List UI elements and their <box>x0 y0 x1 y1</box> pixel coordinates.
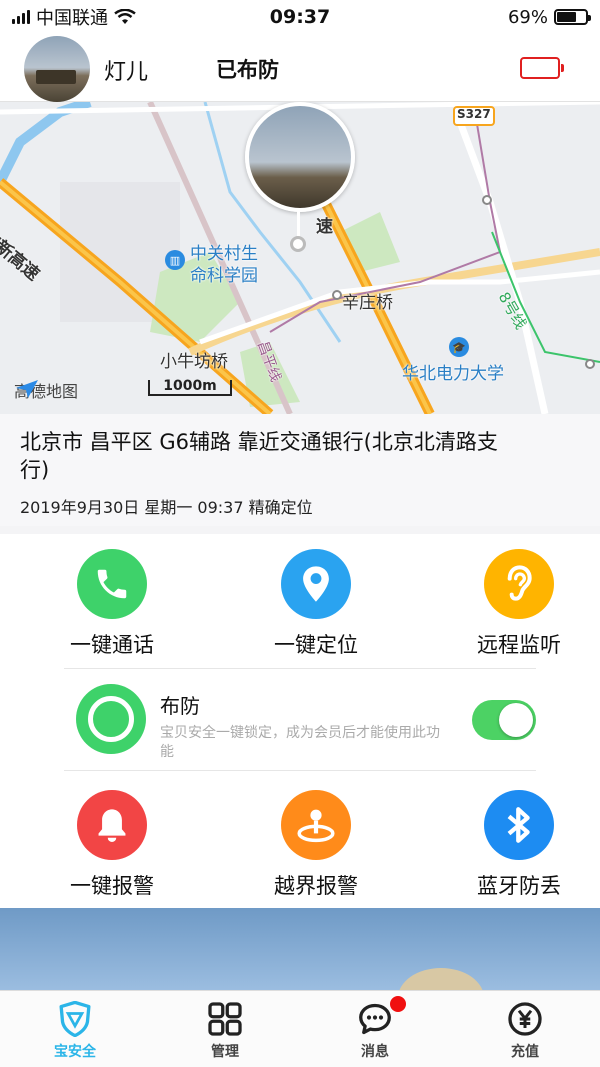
map-logo: 高德地图 <box>14 378 78 402</box>
tab-bar: 宝安全 管理 消息 充值 <box>0 990 600 1067</box>
map[interactable]: S327 京新高速 速 ▥ 中关村生 命科学园 辛庄桥 8号线 小牛坊桥 昌平线… <box>0 102 600 414</box>
call-button[interactable]: 一键通话 <box>42 549 182 659</box>
marker-dot <box>290 236 306 252</box>
child-location-marker[interactable] <box>245 102 355 212</box>
fence-label: 越界报警 <box>274 874 358 898</box>
child-name[interactable]: 灯儿 <box>104 54 148 86</box>
map-label-xiaoniu: 小牛坊桥 <box>160 352 228 372</box>
divider <box>64 770 536 771</box>
avatar[interactable] <box>24 36 90 102</box>
arm-toggle[interactable] <box>472 700 536 740</box>
geofence-icon <box>281 790 351 860</box>
location-time: 2019年9月30日 星期一 09:37 精确定位 <box>20 498 313 517</box>
tab-manage[interactable]: 管理 <box>150 991 300 1067</box>
clock: 09:37 <box>269 6 331 28</box>
park-poi-icon: ▥ <box>165 250 185 270</box>
action-panel: 一键通话 一键定位 远程监听 布防 宝贝安全一键锁定，成为会员后才能使用此功能 … <box>0 534 600 908</box>
ear-icon <box>484 549 554 619</box>
message-icon <box>359 1003 391 1035</box>
arm-title: 布防 <box>160 694 200 718</box>
sos-button[interactable]: 一键报警 <box>42 790 182 900</box>
map-label-s327: S327 <box>457 107 491 121</box>
address-block: 北京市 昌平区 G6辅路 靠近交通银行(北京北清路支行) 2019年9月30日 … <box>0 414 600 526</box>
tab-manage-label: 管理 <box>211 1044 239 1060</box>
arm-description: 宝贝安全一键锁定，成为会员后才能使用此功能 <box>160 725 440 760</box>
map-scale: 1000m <box>148 379 232 396</box>
amap-logo-icon <box>16 380 38 398</box>
university-poi-icon: 🎓 <box>449 337 469 357</box>
unread-badge <box>390 996 406 1012</box>
map-label-xinzhuang: 辛庄桥 <box>342 293 393 313</box>
divider <box>64 668 536 669</box>
phone-icon <box>77 549 147 619</box>
tab-safety-label: 宝安全 <box>54 1044 96 1060</box>
grid-icon <box>208 1002 242 1036</box>
arm-status: 已布防 <box>216 58 279 82</box>
bell-icon <box>77 790 147 860</box>
yuan-icon <box>508 1002 542 1036</box>
tab-recharge[interactable]: 充值 <box>450 991 600 1067</box>
signal-icon <box>12 10 30 24</box>
address-text: 北京市 昌平区 G6辅路 靠近交通银行(北京北清路支行) <box>20 430 498 482</box>
bluetooth-button[interactable]: 蓝牙防丢 <box>449 790 589 900</box>
wifi-icon <box>114 9 136 24</box>
monitor-label: 远程监听 <box>477 633 561 657</box>
tab-safety[interactable]: 宝安全 <box>0 991 150 1067</box>
header: 灯儿 已布防 <box>0 34 600 102</box>
promo-banner[interactable] <box>0 908 600 990</box>
bluetooth-label: 蓝牙防丢 <box>477 874 561 898</box>
status-bar: 中国联通 09:37 69% <box>0 0 600 34</box>
monitor-button[interactable]: 远程监听 <box>449 549 589 659</box>
map-label-ncepu: 华北电力大学 <box>402 364 504 384</box>
sos-label: 一键报警 <box>70 874 154 898</box>
battery-percent: 69% <box>507 6 548 28</box>
battery-icon <box>554 9 591 25</box>
tab-messages[interactable]: 消息 <box>300 991 450 1067</box>
banner-photo <box>398 968 484 990</box>
call-label: 一键通话 <box>70 633 154 657</box>
map-label-park-line2: 命科学园 <box>190 266 258 286</box>
fence-button[interactable]: 越界报警 <box>246 790 386 900</box>
tab-recharge-label: 充值 <box>511 1044 539 1060</box>
device-battery-low-icon <box>520 57 564 79</box>
arm-icon <box>76 684 146 754</box>
map-label-speed: 速 <box>316 217 333 237</box>
shield-icon <box>59 1001 91 1037</box>
location-pin-icon <box>281 549 351 619</box>
bluetooth-icon <box>484 790 554 860</box>
tab-messages-label: 消息 <box>361 1044 389 1060</box>
locate-button[interactable]: 一键定位 <box>246 549 386 659</box>
locate-label: 一键定位 <box>274 633 358 657</box>
carrier-label: 中国联通 <box>36 8 108 29</box>
